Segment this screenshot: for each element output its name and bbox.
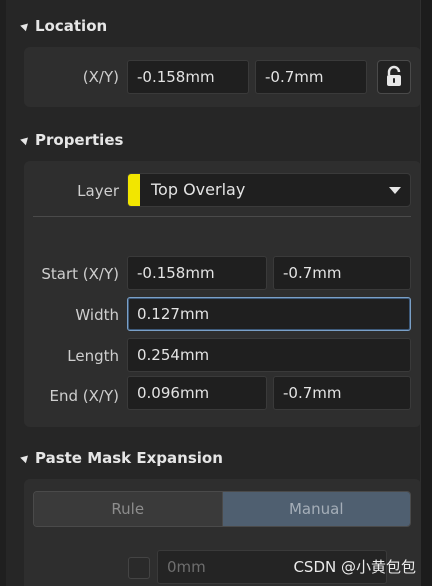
location-panel: (X/Y) -0.158mm -0.7mm: [24, 47, 421, 107]
layer-color-swatch: [128, 174, 140, 206]
location-section-header[interactable]: Location: [20, 17, 108, 35]
layer-label: Layer: [77, 182, 119, 200]
manual-segment-button[interactable]: Manual: [222, 492, 410, 526]
start-x-input[interactable]: -0.158mm: [127, 256, 267, 290]
location-x-input[interactable]: -0.158mm: [127, 60, 249, 94]
paste-mask-header-text: Paste Mask Expansion: [35, 449, 223, 467]
location-xy-label: (X/Y): [82, 68, 119, 86]
chevron-down-icon: [389, 187, 401, 194]
properties-panel: Layer Top Overlay Start (X/Y) -0.158mm -…: [24, 161, 421, 427]
location-y-input[interactable]: -0.7mm: [255, 60, 367, 94]
vertical-scrollbar[interactable]: [420, 0, 432, 586]
collapse-triangle-icon: [20, 452, 31, 463]
length-label: Length: [67, 347, 119, 365]
collapse-triangle-icon: [20, 20, 31, 31]
width-label: Width: [75, 306, 119, 324]
rule-manual-toggle: Rule Manual: [33, 491, 411, 527]
watermark-text: CSDN @小黄包包: [293, 558, 416, 576]
end-xy-label: End (X/Y): [49, 387, 119, 405]
start-y-input[interactable]: -0.7mm: [273, 256, 411, 290]
width-input[interactable]: 0.127mm: [127, 297, 411, 331]
paste-mask-checkbox[interactable]: [128, 557, 150, 579]
location-header-text: Location: [35, 17, 108, 35]
end-x-input[interactable]: 0.096mm: [127, 376, 267, 410]
left-edge: [0, 0, 6, 586]
properties-header-text: Properties: [35, 131, 124, 149]
section-divider: [33, 216, 411, 217]
paste-mask-section-header[interactable]: Paste Mask Expansion: [20, 449, 223, 467]
layer-dropdown-value: Top Overlay: [151, 180, 246, 199]
rule-segment-button[interactable]: Rule: [34, 492, 223, 526]
length-input[interactable]: 0.254mm: [127, 338, 411, 372]
layer-dropdown[interactable]: Top Overlay: [127, 173, 411, 207]
padlock-icon: [387, 65, 401, 86]
collapse-triangle-icon: [20, 134, 31, 145]
end-y-input[interactable]: -0.7mm: [273, 376, 411, 410]
start-xy-label: Start (X/Y): [41, 265, 119, 283]
lock-button[interactable]: [377, 60, 411, 94]
properties-section-header[interactable]: Properties: [20, 131, 124, 149]
